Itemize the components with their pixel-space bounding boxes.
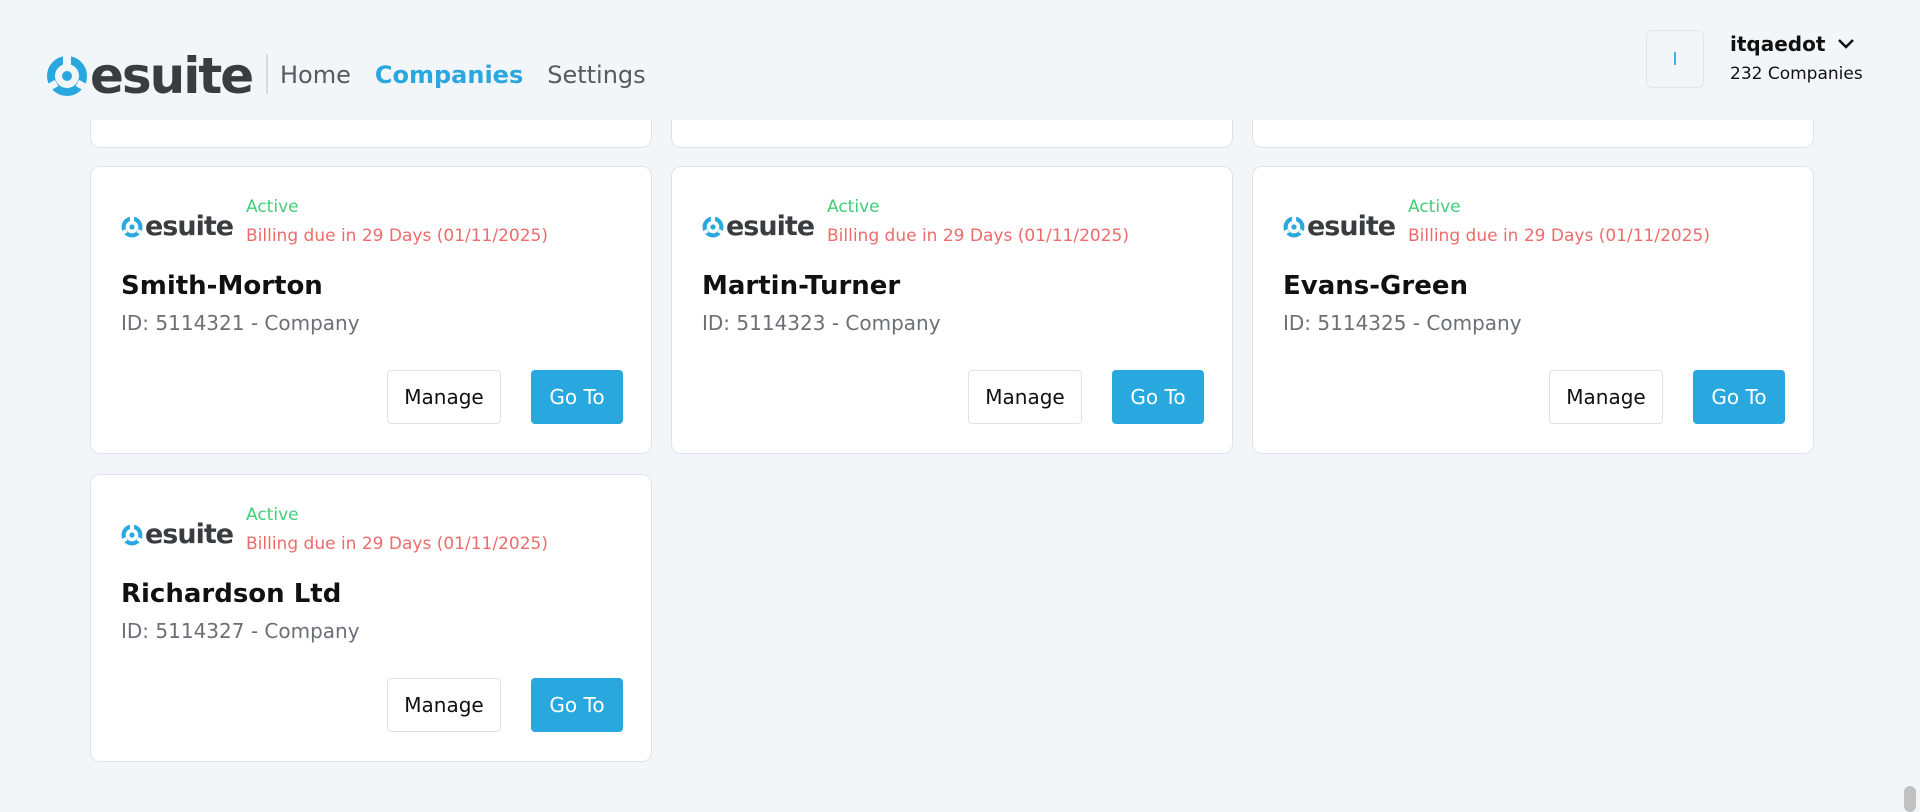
esuite-logo-icon: [1283, 215, 1305, 237]
chevron-down-icon[interactable]: [1837, 38, 1855, 50]
company-logo-text: esuite: [726, 211, 815, 242]
company-card: esuite Active Billing due in 29 Days (01…: [90, 166, 652, 454]
nav-settings[interactable]: Settings: [547, 58, 645, 92]
billing-due: Billing due in 29 Days (01/11/2025): [246, 226, 548, 246]
company-name: Smith-Morton: [121, 271, 323, 301]
company-id: ID: 5114323 - Company: [702, 311, 941, 335]
company-name: Martin-Turner: [702, 271, 901, 301]
esuite-logo-icon: [121, 523, 143, 545]
company-card: esuite Active Billing due in 29 Days (01…: [1252, 166, 1814, 454]
company-logo: esuite: [121, 519, 234, 550]
nav-home[interactable]: Home: [280, 58, 351, 92]
company-logo-text: esuite: [145, 211, 234, 242]
manage-button[interactable]: Manage: [387, 370, 501, 424]
go-to-button[interactable]: Go To: [531, 678, 623, 732]
company-name: Richardson Ltd: [121, 579, 342, 609]
company-logo-text: esuite: [1307, 211, 1396, 242]
user-name: itqaedot: [1730, 32, 1826, 56]
esuite-logo[interactable]: esuite: [46, 47, 254, 105]
status-badge: Active: [827, 197, 880, 217]
company-card-partial: [1252, 118, 1814, 148]
company-logo: esuite: [702, 211, 815, 242]
billing-due: Billing due in 29 Days (01/11/2025): [827, 226, 1129, 246]
status-badge: Active: [1408, 197, 1461, 217]
header-divider: [266, 54, 268, 94]
company-id: ID: 5114327 - Company: [121, 619, 360, 643]
user-menu[interactable]: itqaedot 232 Companies: [1730, 32, 1863, 84]
avatar-initial: I: [1672, 48, 1678, 70]
company-name: Evans-Green: [1283, 271, 1468, 301]
manage-button[interactable]: Manage: [1549, 370, 1663, 424]
user-avatar[interactable]: I: [1646, 30, 1704, 88]
esuite-logo-icon: [121, 215, 143, 237]
go-to-button[interactable]: Go To: [1112, 370, 1204, 424]
company-card: esuite Active Billing due in 29 Days (01…: [671, 166, 1233, 454]
go-to-button[interactable]: Go To: [531, 370, 623, 424]
nav-companies[interactable]: Companies: [375, 58, 523, 92]
company-card: esuite Active Billing due in 29 Days (01…: [90, 474, 652, 762]
company-logo: esuite: [1283, 211, 1396, 242]
company-id: ID: 5114321 - Company: [121, 311, 360, 335]
esuite-logo-icon: [46, 55, 88, 96]
company-card-partial: [671, 118, 1233, 148]
user-name-row[interactable]: itqaedot: [1730, 32, 1863, 56]
manage-button[interactable]: Manage: [387, 678, 501, 732]
billing-due: Billing due in 29 Days (01/11/2025): [1408, 226, 1710, 246]
status-badge: Active: [246, 197, 299, 217]
company-logo-text: esuite: [145, 519, 234, 550]
company-card-partial: [90, 118, 652, 148]
scrollbar-thumb[interactable]: [1904, 786, 1916, 812]
manage-button[interactable]: Manage: [968, 370, 1082, 424]
main-nav: Home Companies Settings: [280, 58, 646, 92]
esuite-logo-text: esuite: [90, 47, 254, 105]
status-badge: Active: [246, 505, 299, 525]
company-id: ID: 5114325 - Company: [1283, 311, 1522, 335]
billing-due: Billing due in 29 Days (01/11/2025): [246, 534, 548, 554]
esuite-logo-icon: [702, 215, 724, 237]
go-to-button[interactable]: Go To: [1693, 370, 1785, 424]
company-logo: esuite: [121, 211, 234, 242]
company-count: 232 Companies: [1730, 64, 1863, 84]
top-header: esuite Home Companies Settings I itqaedo…: [0, 0, 1920, 120]
